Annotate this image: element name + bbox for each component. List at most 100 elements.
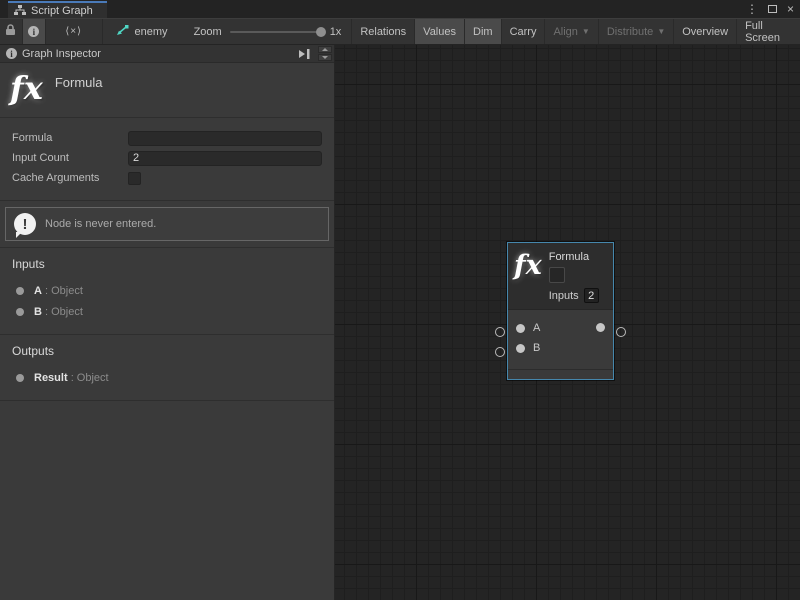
breadcrumb[interactable]: enemy xyxy=(103,19,180,44)
tab-strip: Script Graph ⋮ × xyxy=(0,0,800,18)
node-title-block: fx Formula xyxy=(0,63,334,118)
formula-node[interactable]: fx Formula Inputs 2 A xyxy=(507,242,614,380)
stepper-down-button[interactable] xyxy=(318,54,332,61)
warning-bubble-icon: ! xyxy=(14,213,36,235)
external-port-ring-a[interactable] xyxy=(495,327,505,337)
zoom-control: Zoom 1x xyxy=(180,19,353,44)
relations-label: Relations xyxy=(360,26,406,38)
formula-node-checkbox[interactable] xyxy=(549,267,565,283)
external-port-ring-result[interactable] xyxy=(616,327,626,337)
formula-node-inputs-row: Inputs 2 xyxy=(549,288,607,303)
node-title: Formula xyxy=(55,75,103,90)
output-item-result: Result : Object xyxy=(12,367,322,388)
distribute-button[interactable]: Distribute ▼ xyxy=(599,19,674,44)
input-count-input[interactable] xyxy=(128,151,322,166)
formula-node-footer xyxy=(508,369,613,379)
output-port-result-icon[interactable] xyxy=(596,323,605,332)
dock-right-button[interactable] xyxy=(295,47,313,61)
relations-button[interactable]: Relations xyxy=(352,19,415,44)
input-name: B xyxy=(34,306,42,318)
warning-section: ! Node is never entered. xyxy=(0,201,334,248)
formula-node-title: Formula xyxy=(549,251,607,263)
tab-script-graph[interactable]: Script Graph xyxy=(8,1,107,18)
input-item-a: A : Object xyxy=(12,280,322,301)
outputs-section: Outputs Result : Object xyxy=(0,335,334,401)
graph-canvas[interactable]: fx Formula Inputs 2 A xyxy=(335,45,800,600)
main-area: i Graph Inspector fx Formula xyxy=(0,45,800,600)
script-graph-window: Script Graph ⋮ × i ⟨×⟩ xyxy=(0,0,800,600)
inputs-header: Inputs xyxy=(12,257,322,271)
graph-pointer-icon xyxy=(115,24,129,40)
maximize-icon[interactable] xyxy=(768,0,777,18)
graph-toolbar: i ⟨×⟩ enemy Zoom 1x Relations Values Dim xyxy=(0,18,800,45)
arrow-down-icon xyxy=(322,56,328,59)
input-count-field-row: Input Count xyxy=(12,148,322,168)
carry-button[interactable]: Carry xyxy=(502,19,546,44)
port-dot-icon xyxy=(16,287,24,295)
values-label: Values xyxy=(423,26,456,38)
info-icon: i xyxy=(6,48,17,59)
overview-label: Overview xyxy=(682,26,728,38)
align-button[interactable]: Align ▼ xyxy=(545,19,598,44)
close-icon[interactable]: × xyxy=(787,0,794,18)
warning-box: ! Node is never entered. xyxy=(5,207,329,241)
dock-right-icon xyxy=(298,49,311,59)
kebab-menu-icon[interactable]: ⋮ xyxy=(746,0,758,18)
inspector-header: i Graph Inspector xyxy=(0,45,334,63)
zoom-slider-handle[interactable] xyxy=(316,27,326,37)
formula-field-row: Formula xyxy=(12,128,322,148)
output-type: : Object xyxy=(71,372,109,384)
port-dot-icon xyxy=(16,308,24,316)
stepper-up-button[interactable] xyxy=(318,46,332,53)
overview-button[interactable]: Overview xyxy=(674,19,737,44)
code-view-button[interactable]: ⟨×⟩ xyxy=(46,19,103,44)
input-type: : Object xyxy=(45,306,83,318)
output-name: Result xyxy=(34,372,68,384)
inspector-title: Graph Inspector xyxy=(22,48,290,60)
zoom-slider[interactable] xyxy=(230,31,322,33)
tab-label: Script Graph xyxy=(31,5,93,17)
inputs-count-box[interactable]: 2 xyxy=(584,288,599,303)
fullscreen-button[interactable]: Full Screen xyxy=(737,19,800,44)
inputs-label: Inputs xyxy=(549,290,579,302)
code-icon: ⟨×⟩ xyxy=(65,26,82,37)
node-fields: Formula Input Count Cache Arguments xyxy=(0,118,334,201)
fullscreen-label: Full Screen xyxy=(745,20,792,44)
inputs-section: Inputs A : Object B : Object xyxy=(0,248,334,335)
formula-field-label: Formula xyxy=(12,132,128,144)
input-item-b: B : Object xyxy=(12,301,322,322)
lock-icon xyxy=(5,24,16,39)
breadcrumb-label: enemy xyxy=(135,26,168,38)
arrow-up-icon xyxy=(322,48,328,51)
maximize-box xyxy=(768,5,777,13)
zoom-label: Zoom xyxy=(194,26,222,38)
info-icon: i xyxy=(28,26,39,37)
port-row-b: B xyxy=(508,338,613,358)
dim-button[interactable]: Dim xyxy=(465,19,502,44)
input-port-a-icon[interactable] xyxy=(516,324,525,333)
distribute-label: Distribute xyxy=(607,26,653,38)
inspector-toggle-button[interactable]: i xyxy=(23,19,46,44)
lock-button[interactable] xyxy=(0,19,23,44)
formula-node-header[interactable]: fx Formula Inputs 2 xyxy=(508,243,613,310)
values-button[interactable]: Values xyxy=(415,19,465,44)
fx-icon: fx xyxy=(10,73,43,103)
dim-label: Dim xyxy=(473,26,493,38)
external-port-ring-b[interactable] xyxy=(495,347,505,357)
input-port-b-icon[interactable] xyxy=(516,344,525,353)
warning-text: Node is never entered. xyxy=(45,218,156,230)
formula-node-ports: A B xyxy=(508,310,613,369)
input-count-field-label: Input Count xyxy=(12,152,128,164)
chevron-down-icon: ▼ xyxy=(582,27,590,36)
cache-arguments-field-row: Cache Arguments xyxy=(12,168,322,188)
window-controls: ⋮ × xyxy=(746,0,794,18)
cache-arguments-checkbox[interactable] xyxy=(128,172,141,185)
input-type: : Object xyxy=(45,285,83,297)
align-label: Align xyxy=(553,26,577,38)
port-a-label: A xyxy=(533,322,605,334)
carry-label: Carry xyxy=(510,26,537,38)
inspector-stepper xyxy=(318,46,332,61)
formula-input[interactable] xyxy=(128,131,322,146)
outputs-header: Outputs xyxy=(12,344,322,358)
graph-inspector-panel: i Graph Inspector fx Formula xyxy=(0,45,335,600)
